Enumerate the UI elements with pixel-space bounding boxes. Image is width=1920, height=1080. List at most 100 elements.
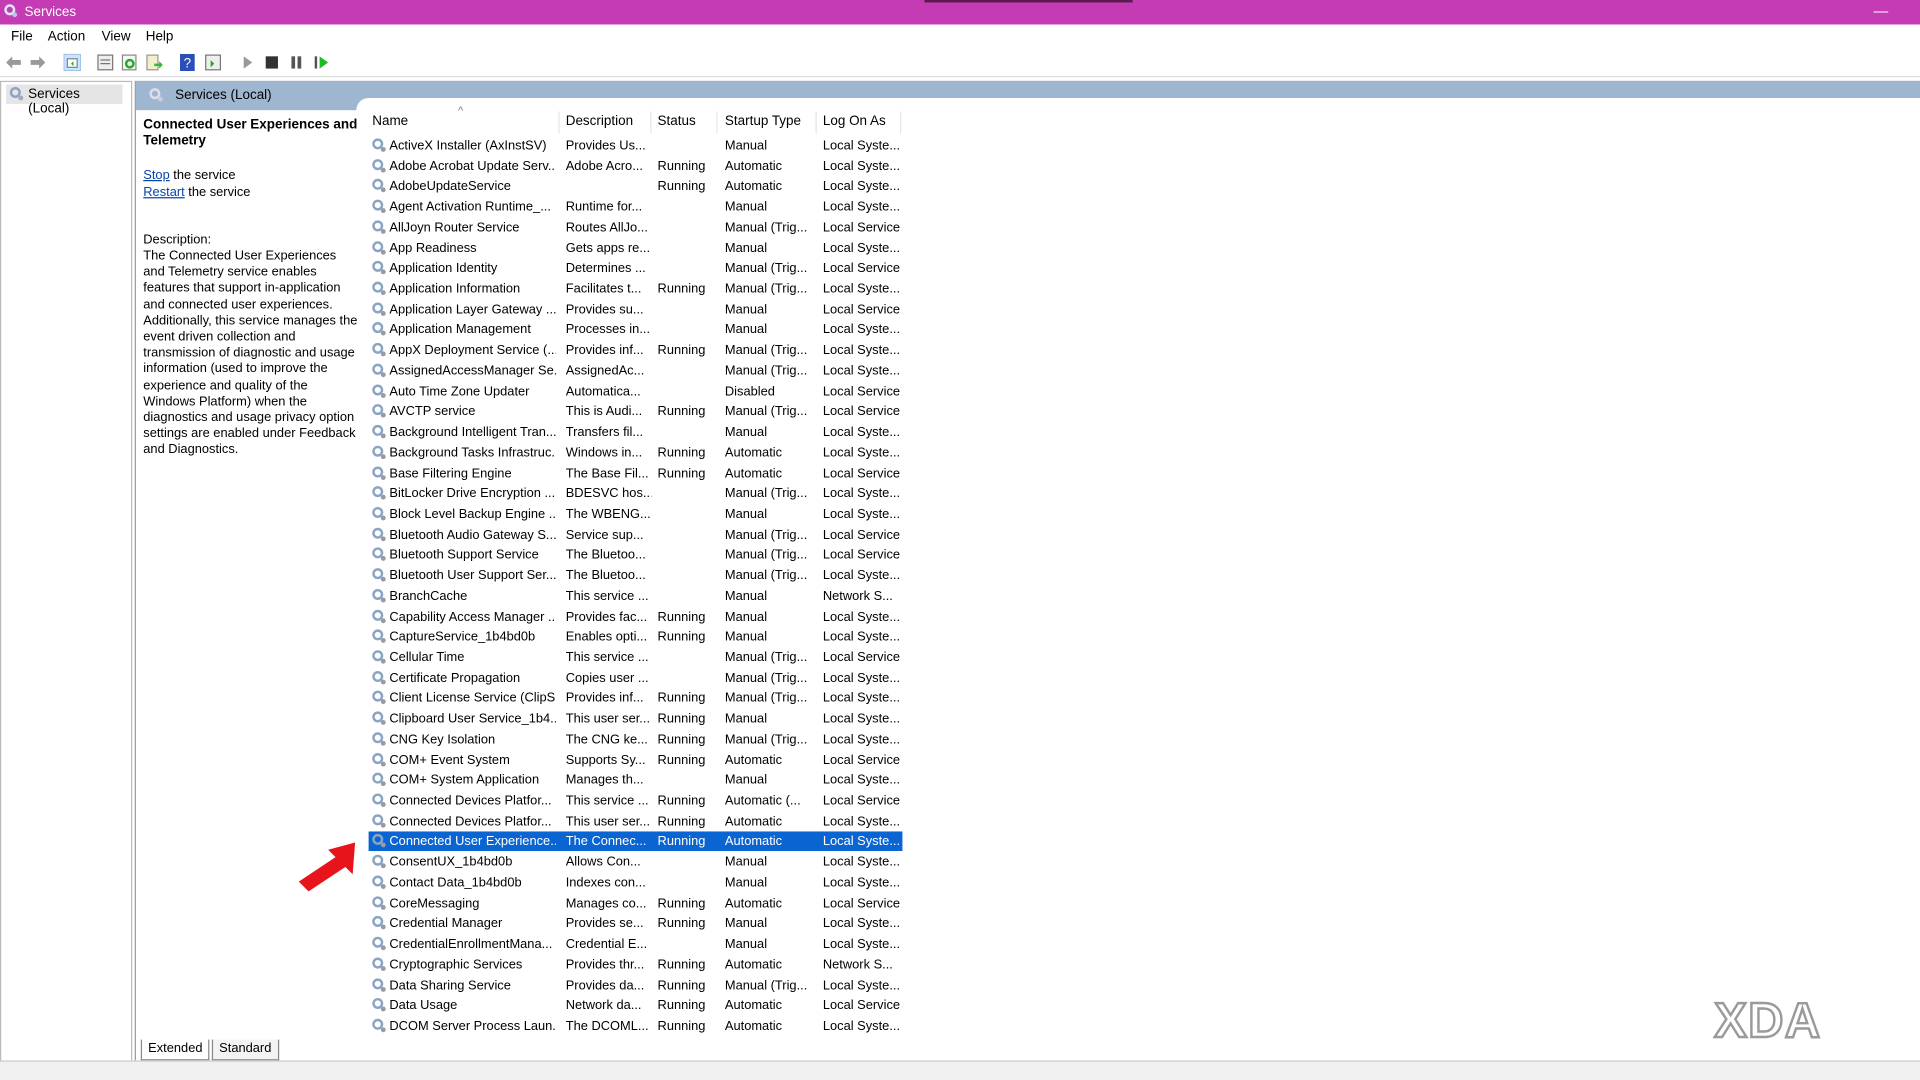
- back-icon[interactable]: [5, 54, 22, 71]
- stop-service-link[interactable]: Stop: [143, 168, 169, 183]
- service-startup-type: Manual (Trig...: [724, 261, 808, 276]
- gear-icon: [372, 1018, 386, 1033]
- service-row[interactable]: Auto Time Zone Updater Automatica... Disab…: [369, 382, 903, 402]
- column-header-status[interactable]: Status: [658, 114, 696, 131]
- resume-service-icon[interactable]: [312, 54, 329, 71]
- gear-icon: [372, 527, 386, 541]
- service-row[interactable]: Capability Access Manager ... Provides fa…: [369, 607, 903, 627]
- properties-icon[interactable]: [97, 54, 114, 71]
- service-row[interactable]: CaptureService_1b4bd0b Enables opti... Run…: [369, 627, 903, 647]
- service-row[interactable]: Agent Activation Runtime_... Runtime for.…: [369, 197, 903, 217]
- service-log-on-as: Local Syste...: [822, 486, 901, 502]
- service-log-on-as: Local Syste...: [822, 875, 901, 891]
- restart-link-text: the service: [184, 184, 251, 200]
- service-row[interactable]: ActiveX Installer (AxInstSV) Provides Us.…: [369, 136, 903, 156]
- show-action-pane-icon[interactable]: [204, 54, 222, 71]
- service-row[interactable]: Cryptographic Services Provides thr... Run…: [369, 955, 903, 975]
- service-row[interactable]: Contact Data_1b4bd0b Indexes con... Manual…: [369, 873, 903, 893]
- service-row[interactable]: Bluetooth Audio Gateway S... Service sup.…: [369, 525, 903, 545]
- service-description: Facilitates t...: [565, 281, 642, 297]
- service-description: Automatica...: [565, 384, 641, 399]
- gear-icon: [372, 302, 386, 316]
- service-row[interactable]: Application Management Processes in... Man…: [369, 320, 903, 340]
- service-row[interactable]: Credential Manager Provides se... Running M…: [369, 914, 903, 934]
- service-row[interactable]: CoreMessaging Manages co... Running Automat…: [369, 893, 903, 913]
- service-row[interactable]: Connected User Experience... The Connec..…: [367, 830, 904, 853]
- service-name: Background Intelligent Tran...: [389, 424, 556, 440]
- service-log-on-as: Local Syste...: [822, 568, 901, 583]
- help-icon[interactable]: ?: [179, 53, 196, 72]
- column-divider[interactable]: [716, 111, 718, 134]
- service-row[interactable]: Block Level Backup Engine ... The WBENG..…: [369, 504, 903, 524]
- menu-help[interactable]: Help: [146, 29, 174, 44]
- column-divider[interactable]: [900, 111, 902, 134]
- service-row[interactable]: Client License Service (ClipS... Provides…: [369, 689, 903, 709]
- service-row[interactable]: ConsentUX_1b4bd0b Allows Con... Manual Loca…: [369, 852, 903, 872]
- column-header-log-on-as[interactable]: Log On As: [823, 114, 886, 131]
- service-row[interactable]: Bluetooth User Support Ser... The Bluetoo…: [369, 566, 903, 586]
- tree-item-services-local[interactable]: Services (Local): [6, 84, 123, 116]
- gear-icon: [372, 158, 386, 173]
- column-header-name[interactable]: Name: [372, 114, 408, 131]
- service-row[interactable]: AdobeUpdateService Running Automatic Local …: [369, 177, 903, 197]
- service-description: The WBENG...: [565, 506, 651, 522]
- gear-icon: [372, 343, 386, 357]
- start-service-icon[interactable]: [239, 54, 256, 71]
- pause-service-icon[interactable]: [288, 54, 305, 71]
- service-row[interactable]: Certificate Propagation Copies user ... Ma…: [369, 668, 903, 688]
- menu-view[interactable]: View: [102, 29, 131, 44]
- menu-action[interactable]: Action: [48, 29, 85, 44]
- service-row[interactable]: Clipboard User Service_1b4... This user s…: [369, 709, 903, 729]
- column-divider[interactable]: [815, 111, 817, 134]
- menu-file[interactable]: File: [11, 29, 33, 44]
- service-row[interactable]: BranchCache This service ... Manual Network…: [369, 586, 903, 606]
- service-row[interactable]: Application Layer Gateway ... Provides su…: [369, 300, 903, 320]
- service-row[interactable]: Base Filtering Engine The Base Fil... Runn…: [369, 463, 903, 483]
- service-row[interactable]: Data Sharing Service Provides da... Runnin…: [369, 975, 903, 995]
- service-row[interactable]: CredentialEnrollmentMana... Credential E.…: [369, 934, 903, 954]
- forward-icon[interactable]: [29, 54, 46, 71]
- service-startup-type: Manual: [724, 302, 768, 317]
- service-row[interactable]: Connected Devices Platfor... This service…: [369, 791, 903, 811]
- export-list-icon[interactable]: [146, 54, 163, 71]
- service-row[interactable]: Data Usage Network da... Running Automatic L…: [369, 996, 903, 1016]
- service-name: AdobeUpdateService: [389, 179, 511, 195]
- service-row[interactable]: AVCTP service This is Audi... Running Manua…: [369, 402, 903, 422]
- service-row[interactable]: Application Identity Determines ... Manual…: [369, 259, 903, 279]
- column-header-startup-type[interactable]: Startup Type: [725, 114, 801, 131]
- gear-icon: [372, 138, 386, 152]
- column-divider[interactable]: [558, 111, 560, 134]
- service-row[interactable]: Cellular Time This service ... Manual (Tri…: [369, 648, 903, 668]
- service-row[interactable]: DCOM Server Process Laun... The DCOML... R…: [369, 1016, 903, 1036]
- service-row[interactable]: AllJoyn Router Service Routes AllJo... Man…: [369, 218, 903, 238]
- service-row[interactable]: Background Tasks Infrastruc... Windows in…: [369, 443, 903, 463]
- minimize-button[interactable]: —: [1873, 2, 1888, 19]
- service-row[interactable]: BitLocker Drive Encryption ... BDESVC hos…: [369, 484, 903, 504]
- service-row[interactable]: COM+ System Application Manages th... Manu…: [369, 771, 903, 791]
- service-row[interactable]: App Readiness Gets apps re... Manual Local …: [369, 238, 903, 258]
- restart-service-link[interactable]: Restart: [143, 184, 184, 199]
- column-divider[interactable]: [650, 111, 652, 134]
- service-row[interactable]: Background Intelligent Tran... Transfers …: [369, 423, 903, 443]
- service-name: Capability Access Manager ...: [389, 609, 556, 624]
- service-row[interactable]: AssignedAccessManager Se... AssignedAc...…: [369, 361, 903, 381]
- service-row[interactable]: Connected Devices Platfor... This user se…: [369, 812, 903, 832]
- service-row[interactable]: Application Information Facilitates t... R…: [369, 279, 903, 299]
- service-log-on-as: Local Syste...: [822, 179, 901, 195]
- service-name: Bluetooth Audio Gateway S...: [389, 527, 556, 543]
- tab-standard[interactable]: Standard: [211, 1039, 279, 1061]
- service-log-on-as: Local Service: [822, 895, 901, 911]
- service-row[interactable]: Adobe Acrobat Update Serv... Adobe Acro..…: [369, 156, 903, 176]
- service-row[interactable]: Bluetooth Support Service The Bluetoo... M…: [369, 545, 903, 565]
- service-row[interactable]: AppX Deployment Service (... Provides inf…: [369, 341, 903, 361]
- service-row[interactable]: COM+ Event System Supports Sy... Running Au…: [369, 750, 903, 770]
- service-row[interactable]: CNG Key Isolation The CNG ke... Running Man…: [369, 730, 903, 750]
- column-header-description[interactable]: Description: [566, 114, 633, 131]
- stop-link-text: the service: [169, 168, 236, 183]
- stop-service-icon[interactable]: [263, 54, 280, 71]
- service-startup-type: Automatic: [724, 1018, 783, 1034]
- tab-extended[interactable]: Extended: [140, 1039, 210, 1061]
- refresh-icon[interactable]: [121, 54, 138, 71]
- show-hide-console-tree-icon[interactable]: [63, 53, 81, 72]
- service-name: COM+ Event System: [389, 752, 510, 768]
